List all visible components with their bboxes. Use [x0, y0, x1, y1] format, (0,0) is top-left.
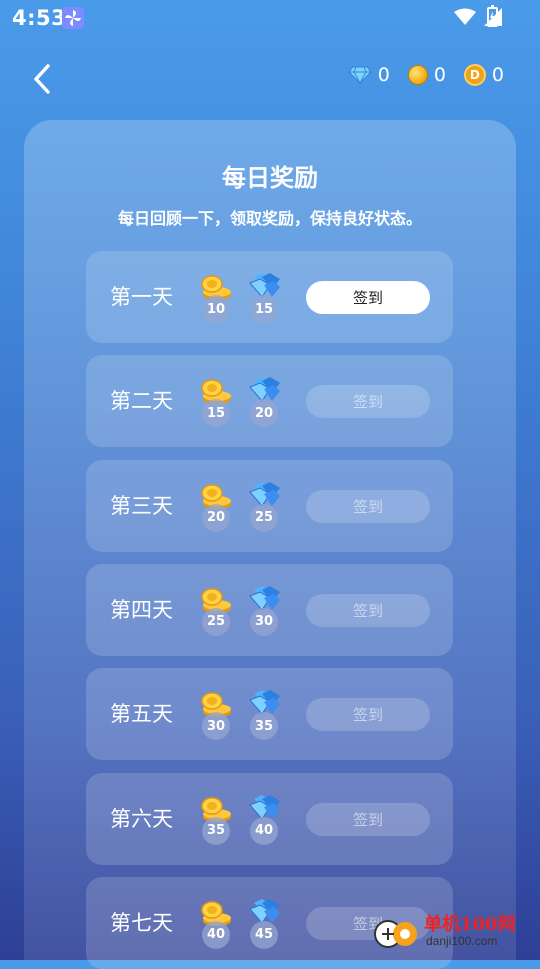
gem-reward: 35	[248, 690, 282, 742]
gem-reward-amount: 30	[250, 607, 278, 636]
check-in-button[interactable]: 签到	[306, 489, 430, 523]
check-in-button[interactable]: 签到	[306, 385, 430, 419]
chevron-left-icon	[34, 64, 50, 94]
day-row: 第四天 25 30 签到	[86, 563, 453, 656]
diamond-balance: 0	[348, 64, 390, 86]
gem-reward-amount: 35	[250, 712, 278, 741]
day-row: 第一天 10 15 签到	[86, 251, 453, 343]
gold-coin-balance: 0	[407, 64, 446, 86]
check-in-button[interactable]: 签到	[306, 281, 430, 314]
gem-reward-amount: 45	[250, 920, 278, 949]
coin-reward: 15	[200, 377, 234, 429]
gem-reward-amount: 25	[250, 503, 278, 532]
day-label: 第二天	[110, 389, 173, 414]
gem-reward-amount: 20	[250, 399, 278, 428]
gem-reward: 30	[248, 585, 282, 638]
coin-reward: 35	[200, 795, 234, 847]
gem-reward: 20	[248, 377, 282, 429]
coin-reward-amount: 20	[202, 503, 230, 532]
day-row: 第五天 30 35 签到	[86, 668, 453, 761]
day-label: 第七天	[110, 910, 173, 935]
check-in-button[interactable]: 签到	[306, 698, 430, 732]
diamond-icon	[348, 66, 372, 84]
diamond-count: 0	[377, 64, 390, 86]
gem-reward-amount: 15	[250, 295, 278, 323]
page-subtitle: 每日回顾一下，领取奖励，保持良好状态。	[117, 209, 422, 228]
coin-reward-amount: 10	[202, 295, 230, 323]
d-coin-icon: D	[463, 64, 486, 86]
check-in-button[interactable]: 签到	[306, 802, 430, 836]
day-row: 第三天 20 25 签到	[86, 459, 453, 552]
watermark-emblem-icon	[374, 920, 417, 948]
d-coin-balance: D 0	[463, 64, 504, 86]
check-in-button[interactable]: 签到	[306, 593, 430, 627]
status-time: 4:53	[12, 6, 67, 30]
battery-icon	[487, 5, 498, 27]
gold-coin-icon	[407, 65, 428, 85]
gem-reward-amount: 40	[250, 816, 278, 845]
watermark-brand: 单机100网	[424, 914, 516, 935]
coin-reward: 25	[200, 586, 234, 638]
gold-coin-count: 0	[433, 64, 446, 86]
status-bar: 4:53	[0, 0, 540, 36]
gem-reward: 25	[248, 481, 282, 534]
watermark-domain: danji100.com	[426, 934, 498, 948]
gem-reward: 45	[248, 898, 282, 951]
coin-reward: 40	[200, 899, 234, 951]
pinwheel-app-icon	[62, 7, 84, 29]
coin-reward-amount: 15	[202, 399, 230, 428]
gem-reward: 40	[248, 794, 282, 847]
day-label: 第五天	[110, 702, 173, 727]
coin-reward-amount: 25	[202, 607, 230, 636]
day-row: 第六天 35 40 签到	[86, 772, 453, 865]
page-title: 每日奖励	[222, 164, 318, 192]
coin-reward: 10	[200, 273, 234, 325]
day-label: 第六天	[110, 806, 173, 831]
coin-reward-amount: 35	[202, 816, 230, 845]
back-button[interactable]	[28, 62, 58, 96]
watermark-logo: 单机100网 danji100.com	[374, 908, 534, 954]
currency-bar: 0 0 D 0	[348, 64, 504, 86]
coin-reward: 20	[200, 482, 234, 534]
day-row: 第二天 15 20 签到	[86, 355, 453, 448]
gem-reward: 15	[248, 273, 282, 325]
day-label: 第一天	[110, 285, 173, 309]
coin-reward-amount: 30	[202, 712, 230, 741]
d-coin-count: 0	[491, 64, 504, 86]
day-label: 第四天	[110, 597, 173, 622]
coin-reward-amount: 40	[202, 920, 230, 949]
coin-reward: 30	[200, 690, 234, 742]
wifi-icon	[454, 8, 476, 25]
day-label: 第三天	[110, 493, 173, 518]
